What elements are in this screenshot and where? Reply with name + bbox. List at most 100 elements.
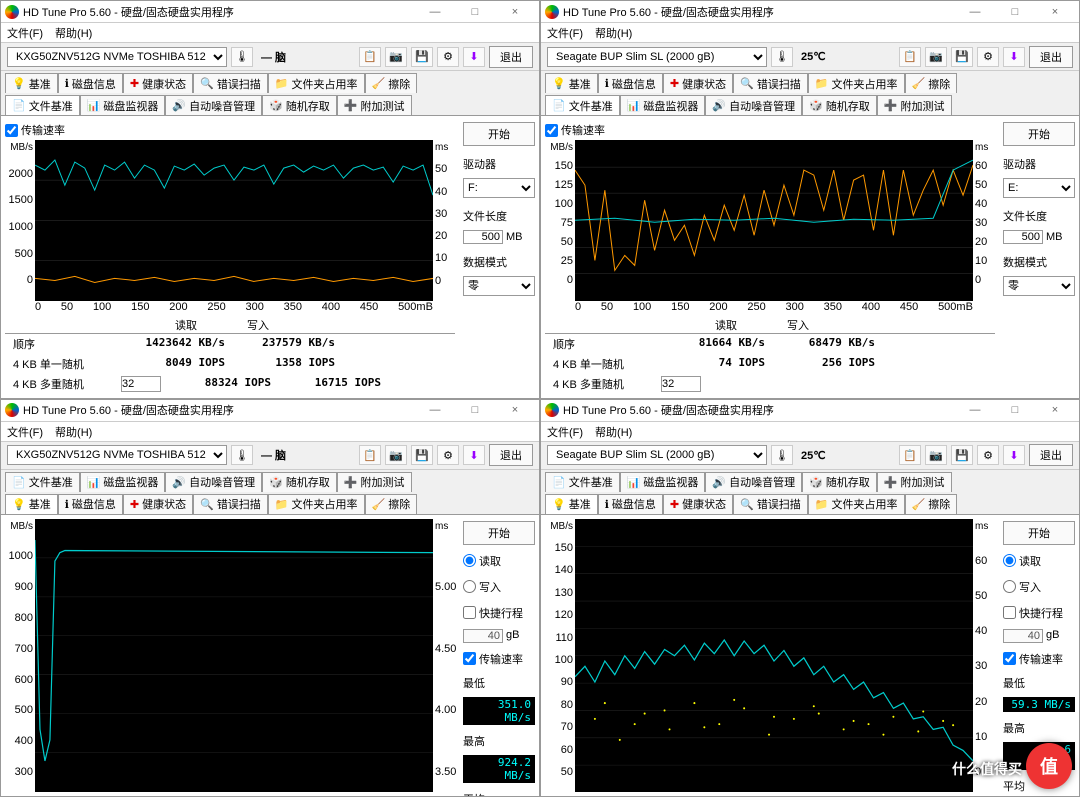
tab-random[interactable]: 🎲随机存取 [802, 95, 877, 115]
drive-letter-select[interactable]: F: [463, 178, 535, 198]
exit-button[interactable]: 退出 [1029, 444, 1073, 466]
tab-diskinfo[interactable]: ℹ磁盘信息 [58, 494, 123, 514]
tab-errscan[interactable]: 🔍错误扫描 [733, 494, 808, 514]
shortstroke-checkbox[interactable]: 快捷行程 [1003, 605, 1075, 621]
screenshot-icon[interactable]: 📷 [385, 445, 407, 465]
tab-basic[interactable]: 💡基准 [5, 73, 58, 93]
tab-extra[interactable]: ➕附加测试 [337, 95, 412, 115]
tab-filebench[interactable]: 📄文件基准 [5, 95, 80, 115]
tab-erase[interactable]: 🧹擦除 [905, 73, 958, 93]
filelen-input[interactable] [463, 230, 503, 244]
start-button[interactable]: 开始 [463, 521, 535, 545]
exit-button[interactable]: 退出 [1029, 46, 1073, 68]
transfer-rate-checkbox[interactable]: 传输速率 [545, 122, 995, 138]
tab-aam[interactable]: 🔊自动噪音管理 [705, 95, 802, 115]
tab-aam[interactable]: 🔊自动噪音管理 [165, 472, 262, 492]
options-icon[interactable]: ⚙ [437, 47, 459, 67]
tab-basic[interactable]: 💡基准 [5, 494, 58, 514]
tab-health[interactable]: ✚健康状态 [663, 73, 733, 93]
tab-basic[interactable]: 💡基准 [545, 73, 598, 93]
tab-diskinfo[interactable]: ℹ磁盘信息 [58, 73, 123, 93]
filelen-input[interactable] [1003, 230, 1043, 244]
close-button[interactable]: × [1035, 6, 1075, 18]
start-button[interactable]: 开始 [1003, 122, 1075, 146]
drive-select[interactable]: KXG50ZNV512G NVMe TOSHIBA 512GB (512 gB) [7, 445, 227, 465]
options-icon[interactable]: ⚙ [977, 445, 999, 465]
menu-help[interactable]: 帮助(H) [55, 424, 92, 439]
transfer-rate-checkbox[interactable]: 传输速率 [5, 122, 455, 138]
tab-errscan[interactable]: 🔍错误扫描 [733, 73, 808, 93]
tab-random[interactable]: 🎲随机存取 [262, 95, 337, 115]
tab-extra[interactable]: ➕附加测试 [337, 472, 412, 492]
menu-help[interactable]: 帮助(H) [595, 25, 632, 40]
options-icon[interactable]: ⚙ [977, 47, 999, 67]
save-icon[interactable]: 💾 [411, 47, 433, 67]
screenshot-icon[interactable]: 📷 [925, 47, 947, 67]
tab-health[interactable]: ✚健康状态 [663, 494, 733, 514]
exit-button[interactable]: 退出 [489, 444, 533, 466]
tab-folder[interactable]: 📁文件夹占用率 [268, 73, 365, 93]
tab-basic[interactable]: 💡基准 [545, 494, 598, 514]
minimize-button[interactable]: — [955, 404, 995, 416]
tab-health[interactable]: ✚健康状态 [123, 73, 193, 93]
tab-filebench[interactable]: 📄文件基准 [5, 472, 80, 492]
save-icon[interactable]: 💾 [411, 445, 433, 465]
tab-health[interactable]: ✚健康状态 [123, 494, 193, 514]
options-icon[interactable]: ⚙ [437, 445, 459, 465]
refresh-icon[interactable]: ⬇ [1003, 445, 1025, 465]
tab-random[interactable]: 🎲随机存取 [802, 472, 877, 492]
menu-file[interactable]: 文件(F) [7, 424, 43, 439]
tab-diskinfo[interactable]: ℹ磁盘信息 [598, 73, 663, 93]
maximize-button[interactable]: □ [995, 6, 1035, 18]
menu-file[interactable]: 文件(F) [7, 25, 43, 40]
maximize-button[interactable]: □ [995, 404, 1035, 416]
queue-depth-input[interactable] [121, 376, 161, 392]
tab-monitor[interactable]: 📊磁盘监视器 [620, 472, 706, 492]
tab-errscan[interactable]: 🔍错误扫描 [193, 494, 268, 514]
tab-filebench[interactable]: 📄文件基准 [545, 95, 620, 115]
tab-errscan[interactable]: 🔍错误扫描 [193, 73, 268, 93]
write-radio[interactable]: 写入 [463, 579, 535, 595]
drive-select[interactable]: Seagate BUP Slim SL (2000 gB) [547, 445, 767, 465]
copy-icon[interactable]: 📋 [359, 47, 381, 67]
queue-depth-input[interactable] [661, 376, 701, 392]
save-icon[interactable]: 💾 [951, 47, 973, 67]
close-button[interactable]: × [1035, 404, 1075, 416]
tab-erase[interactable]: 🧹擦除 [365, 494, 418, 514]
tab-aam[interactable]: 🔊自动噪音管理 [165, 95, 262, 115]
transfer-rate-checkbox[interactable]: 传输速率 [1003, 651, 1075, 667]
tab-erase[interactable]: 🧹擦除 [365, 73, 418, 93]
tab-folder[interactable]: 📁文件夹占用率 [808, 494, 905, 514]
minimize-button[interactable]: — [415, 404, 455, 416]
read-radio[interactable]: 读取 [1003, 553, 1075, 569]
copy-icon[interactable]: 📋 [359, 445, 381, 465]
drive-select[interactable]: Seagate BUP Slim SL (2000 gB) [547, 47, 767, 67]
start-button[interactable]: 开始 [463, 122, 535, 146]
minimize-button[interactable]: — [415, 6, 455, 18]
screenshot-icon[interactable]: 📷 [385, 47, 407, 67]
drive-letter-select[interactable]: E: [1003, 178, 1075, 198]
datamode-select[interactable]: 零 [463, 276, 535, 296]
refresh-icon[interactable]: ⬇ [463, 445, 485, 465]
tab-folder[interactable]: 📁文件夹占用率 [268, 494, 365, 514]
write-radio[interactable]: 写入 [1003, 579, 1075, 595]
close-button[interactable]: × [495, 6, 535, 18]
tab-aam[interactable]: 🔊自动噪音管理 [705, 472, 802, 492]
menu-help[interactable]: 帮助(H) [55, 25, 92, 40]
shortstroke-checkbox[interactable]: 快捷行程 [463, 605, 535, 621]
tab-random[interactable]: 🎲随机存取 [262, 472, 337, 492]
refresh-icon[interactable]: ⬇ [463, 47, 485, 67]
copy-icon[interactable]: 📋 [899, 445, 921, 465]
drive-select[interactable]: KXG50ZNV512G NVMe TOSHIBA 512GB (512 gB) [7, 47, 227, 67]
tab-erase[interactable]: 🧹擦除 [905, 494, 958, 514]
tab-monitor[interactable]: 📊磁盘监视器 [620, 95, 706, 115]
screenshot-icon[interactable]: 📷 [925, 445, 947, 465]
refresh-icon[interactable]: ⬇ [1003, 47, 1025, 67]
tab-monitor[interactable]: 📊磁盘监视器 [80, 95, 166, 115]
menu-file[interactable]: 文件(F) [547, 25, 583, 40]
tab-extra[interactable]: ➕附加测试 [877, 472, 952, 492]
save-icon[interactable]: 💾 [951, 445, 973, 465]
start-button[interactable]: 开始 [1003, 521, 1075, 545]
tab-filebench[interactable]: 📄文件基准 [545, 472, 620, 492]
tab-extra[interactable]: ➕附加测试 [877, 95, 952, 115]
